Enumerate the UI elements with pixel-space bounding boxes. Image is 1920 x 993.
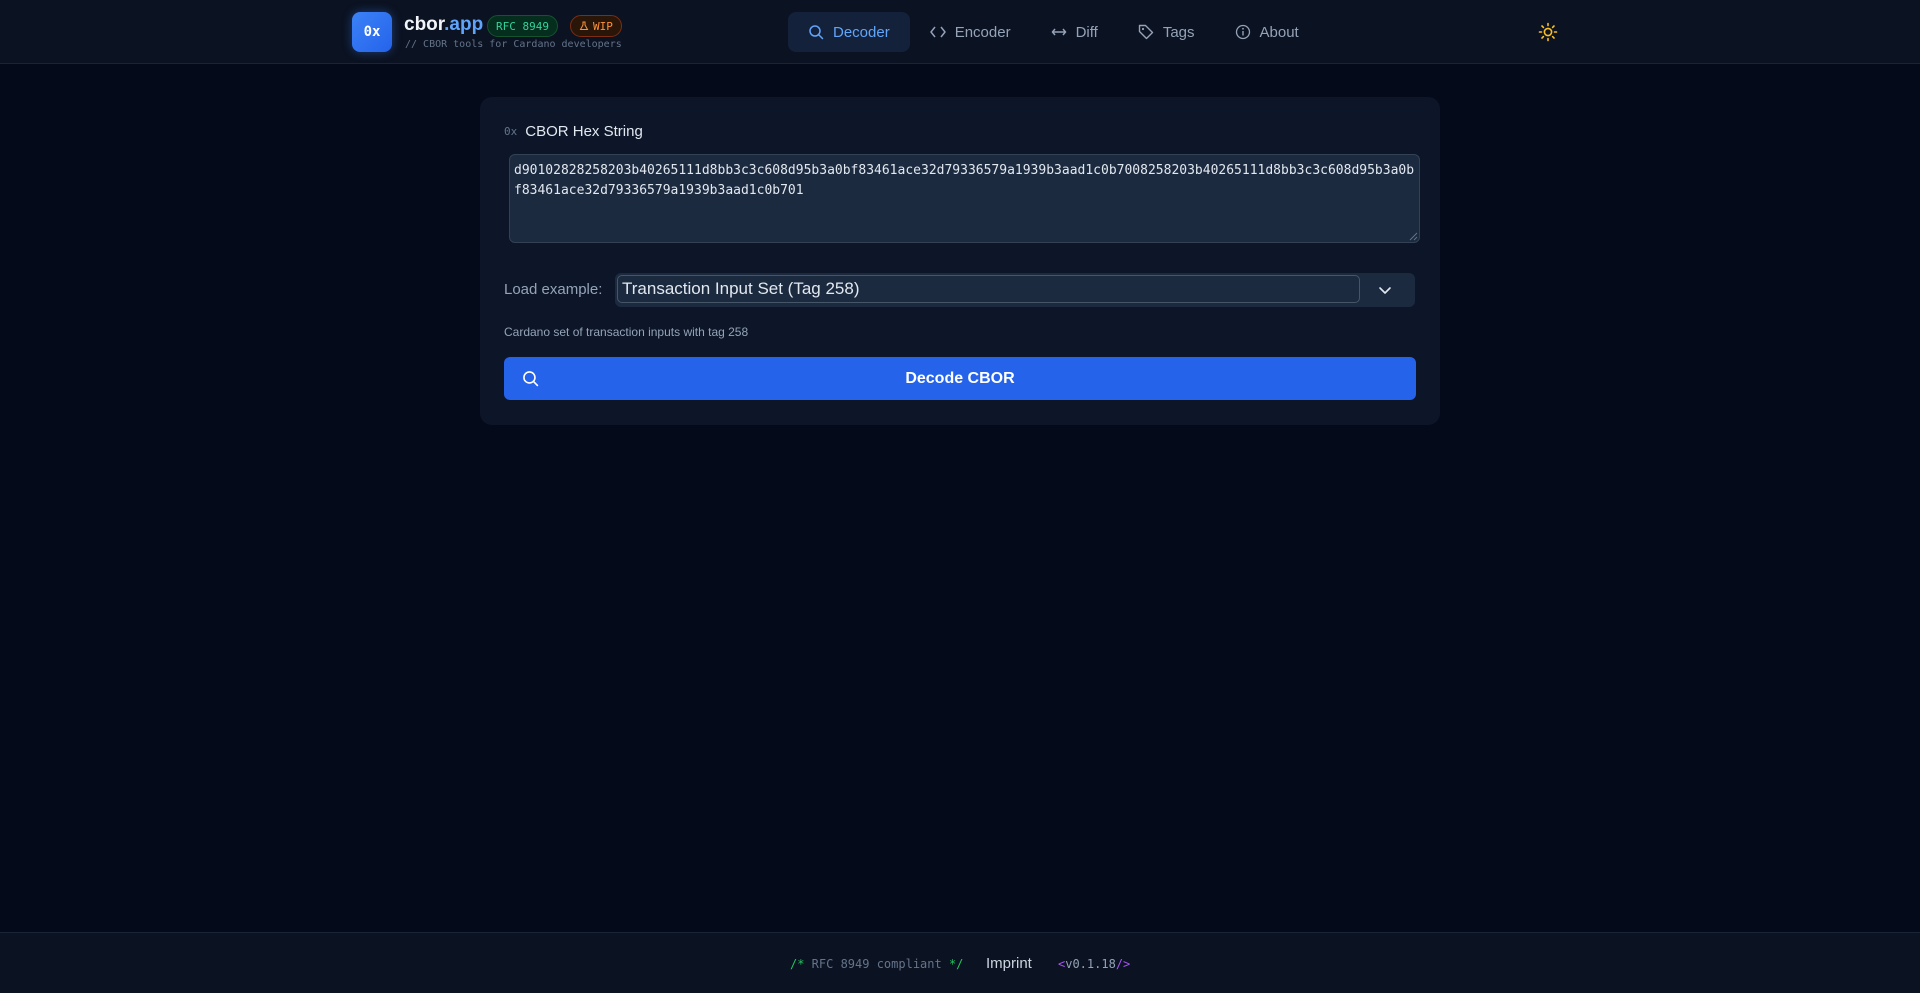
nav-tags[interactable]: Tags <box>1118 12 1215 52</box>
nav-decoder-label: Decoder <box>833 23 890 41</box>
app-header: 0x cbor.app RFC 8949 WIP // CBOR tools f… <box>0 0 1920 64</box>
decoder-panel: 0x CBOR Hex String Load example: Transac… <box>480 97 1440 425</box>
wip-badge-label: WIP <box>593 19 613 33</box>
example-select-value[interactable]: Transaction Input Set (Tag 258) <box>617 275 1360 303</box>
rfc-compliance-note: /* RFC 8949 compliant */ <box>790 957 963 971</box>
search-icon <box>809 25 824 40</box>
brand-name-tld: .app <box>444 14 484 35</box>
hex-prefix: 0x <box>504 125 518 138</box>
nav-diff-label: Diff <box>1075 23 1098 41</box>
brand-name[interactable]: cbor.app <box>404 14 483 36</box>
brand-name-main: cbor <box>404 14 445 35</box>
nav-encoder[interactable]: Encoder <box>910 12 1031 52</box>
version-number: v0.1.18 <box>1065 957 1116 971</box>
resize-grip-icon[interactable] <box>1408 231 1418 241</box>
hex-input[interactable] <box>509 154 1420 243</box>
nav-diff[interactable]: Diff <box>1031 12 1118 52</box>
rfc-badge: RFC 8949 <box>487 15 558 37</box>
arrows-horizontal-icon <box>1051 28 1067 36</box>
flask-icon <box>579 21 589 30</box>
tag-icon <box>1138 24 1154 40</box>
example-description: Cardano set of transaction inputs with t… <box>504 325 749 339</box>
example-select[interactable]: Transaction Input Set (Tag 258) <box>615 273 1415 307</box>
hex-input-label-text: CBOR Hex String <box>525 123 643 140</box>
nav-about-label: About <box>1259 23 1299 41</box>
search-icon <box>523 371 539 387</box>
nav-tags-label: Tags <box>1162 23 1195 41</box>
chevron-down-icon[interactable] <box>1377 282 1393 298</box>
load-example-label: Load example: <box>504 281 603 298</box>
wip-badge: WIP <box>570 15 622 37</box>
sun-icon[interactable] <box>1538 22 1558 42</box>
nav-decoder[interactable]: Decoder <box>788 12 910 52</box>
rfc-compliance-text: RFC 8949 compliant <box>804 957 949 971</box>
app-footer: /* RFC 8949 compliant */ Imprint <v0.1.1… <box>0 932 1920 993</box>
nav-encoder-label: Encoder <box>954 23 1011 41</box>
code-icon <box>929 26 946 38</box>
logo[interactable]: 0x <box>352 12 392 52</box>
comment-open: /* <box>790 957 805 971</box>
tagline: // CBOR tools for Cardano developers <box>405 39 622 50</box>
hex-input-label: 0x CBOR Hex String <box>504 123 643 140</box>
comment-close: */ <box>948 957 964 971</box>
decode-button-label: Decode CBOR <box>905 369 1015 387</box>
nav-about[interactable]: About <box>1215 12 1319 52</box>
version-label: <v0.1.18/> <box>1058 957 1130 971</box>
rfc-badge-label: RFC 8949 <box>496 19 549 33</box>
decode-button[interactable]: Decode CBOR <box>504 357 1416 400</box>
main-nav: Decoder Encoder Diff Tags About <box>788 12 1319 52</box>
version-close: /> <box>1115 957 1131 971</box>
imprint-link[interactable]: Imprint <box>986 955 1032 972</box>
info-icon <box>1235 24 1250 40</box>
